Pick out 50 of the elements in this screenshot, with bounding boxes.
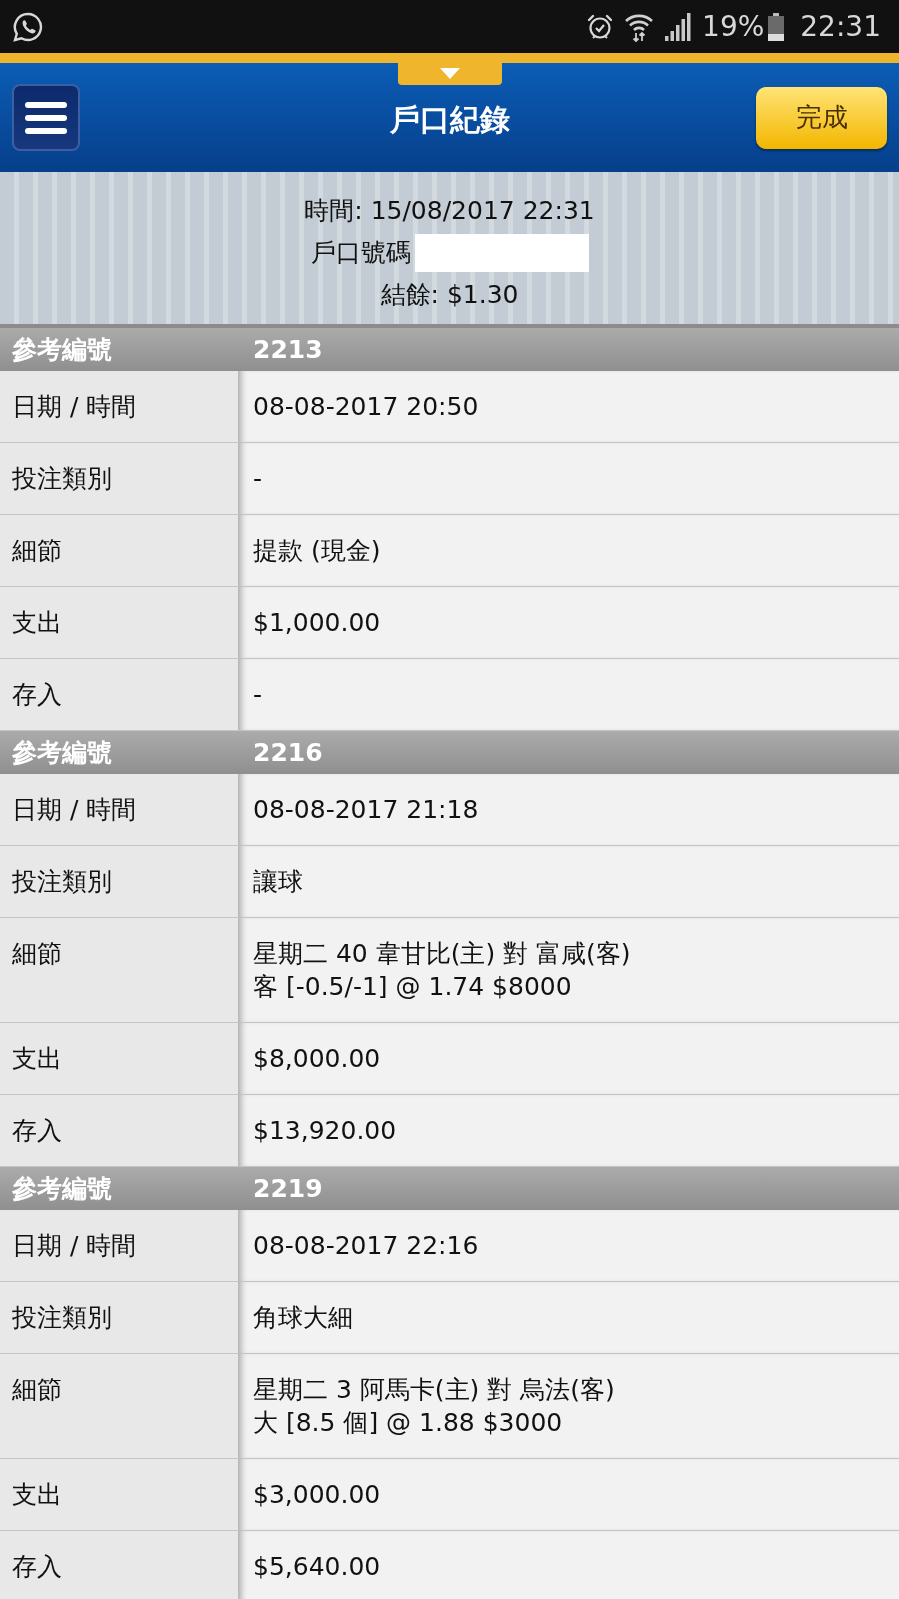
menu-icon — [25, 101, 67, 134]
alarm-clock-icon — [586, 12, 615, 41]
field-value: 08-08-2017 20:50 — [238, 371, 899, 442]
field-value: 星期二 3 阿馬卡(主) 對 烏法(客) 大 [8.5 個] @ 1.88 $3000 — [238, 1354, 899, 1458]
field-value: $3,000.00 — [238, 1459, 899, 1530]
field-value: 08-08-2017 21:18 — [238, 774, 899, 845]
header-value: 2216 — [253, 736, 323, 769]
field-label: 投注類別 — [0, 846, 238, 917]
field-value: $5,640.00 — [238, 1531, 899, 1599]
field-label: 日期 / 時間 — [0, 1210, 238, 1281]
field-label: 支出 — [0, 1023, 238, 1094]
field-label: 存入 — [0, 659, 238, 730]
field-value: $1,000.00 — [238, 587, 899, 658]
phone-bubble-icon — [12, 10, 44, 43]
field-label: 投注類別 — [0, 443, 238, 514]
field-label: 細節 — [0, 1354, 238, 1458]
caret-icon — [440, 67, 460, 79]
menu-button[interactable] — [12, 84, 80, 151]
field-label: 存入 — [0, 1531, 238, 1599]
done-button[interactable]: 完成 — [756, 86, 887, 149]
field-label: 投注類別 — [0, 1282, 238, 1353]
battery-percent: 19% — [702, 12, 765, 41]
field-label: 日期 / 時間 — [0, 774, 238, 845]
header-value: 2213 — [253, 333, 323, 366]
field-value: - — [238, 659, 899, 730]
field-value: $8,000.00 — [238, 1023, 899, 1094]
field-value: 星期二 40 韋甘比(主) 對 富咸(客) 客 [-0.5/-1] @ 1.74 $8000 — [238, 918, 899, 1022]
signal-icon — [664, 12, 693, 41]
header-label: 參考編號 — [11, 333, 113, 366]
summary-text: 戶口號碼 — [310, 237, 411, 269]
field-value: 08-08-2017 22:16 — [238, 1210, 899, 1281]
field-label: 支出 — [0, 587, 238, 658]
header-label: 參考編號 — [11, 736, 113, 769]
field-value: 角球大細 — [238, 1282, 899, 1353]
clock-time: 22:31 — [800, 12, 881, 41]
field-value: - — [238, 443, 899, 514]
battery-icon — [768, 12, 785, 41]
field-value: 讓球 — [238, 846, 899, 917]
header-value: 2219 — [253, 1172, 323, 1205]
summary-text: 時間: 15/08/2017 22:31 — [304, 195, 595, 227]
field-value: $13,920.00 — [238, 1095, 899, 1166]
field-value: 提款 (現金) — [238, 515, 899, 586]
field-label: 細節 — [0, 918, 238, 1022]
summary-text: 結餘: $1.30 — [380, 279, 519, 311]
field-label: 存入 — [0, 1095, 238, 1166]
header-label: 參考編號 — [11, 1172, 113, 1205]
page-title: 戶口紀錄 — [389, 101, 510, 139]
field-label: 支出 — [0, 1459, 238, 1530]
field-label: 日期 / 時間 — [0, 371, 238, 442]
field-label: 細節 — [0, 515, 238, 586]
